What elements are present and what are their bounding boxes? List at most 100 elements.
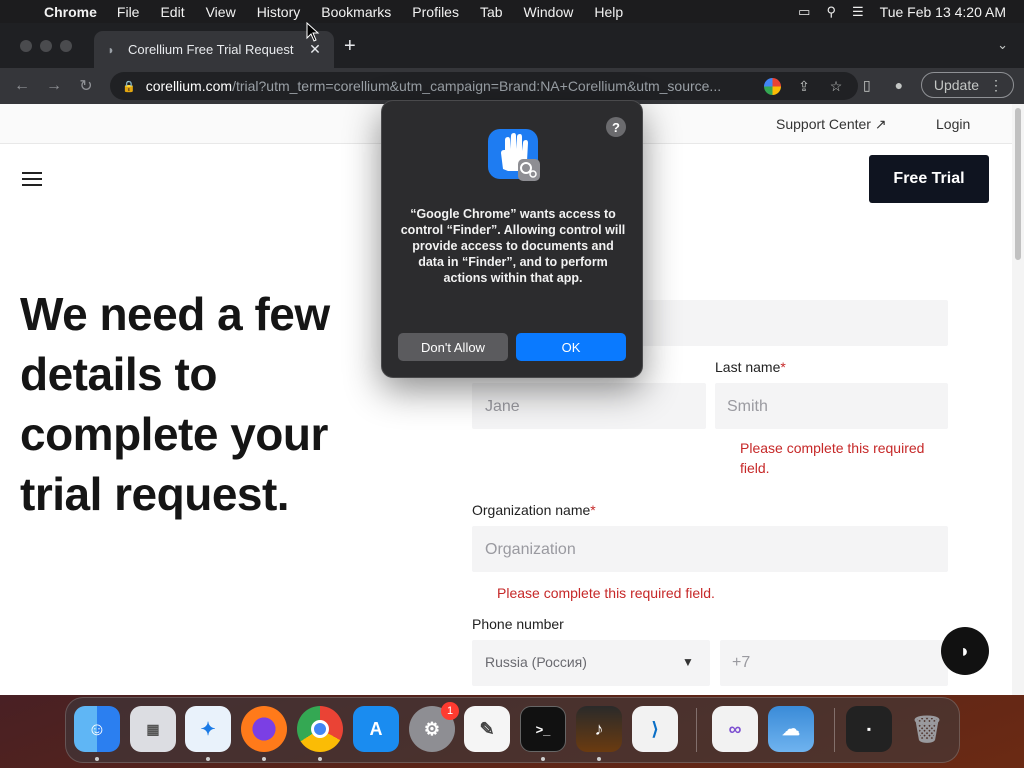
organization-label-text: Organization name bbox=[472, 502, 591, 518]
reload-icon[interactable]: ↻ bbox=[70, 76, 102, 96]
google-lens-icon[interactable] bbox=[764, 77, 781, 95]
url-path: /trial?utm_term=corellium&utm_campaign=B… bbox=[232, 78, 722, 94]
running-indicator bbox=[95, 757, 99, 761]
address-bar-actions: ⇪ ☆ bbox=[764, 72, 845, 100]
phone-prefix: +7 bbox=[732, 654, 751, 671]
last-name-label-text: Last name bbox=[715, 359, 781, 375]
launchpad-dock-icon[interactable]: ▦ bbox=[130, 706, 176, 752]
phone-number-field[interactable] bbox=[720, 640, 948, 686]
last-name-placeholder: Smith bbox=[727, 398, 768, 415]
tab-corellium[interactable]: ◗ Corellium Free Trial Request ✕ bbox=[94, 31, 334, 68]
dont-allow-button[interactable]: Don't Allow bbox=[398, 333, 508, 361]
menu-window[interactable]: Window bbox=[524, 4, 574, 20]
organization-error: Please complete this required field. bbox=[497, 585, 715, 601]
phone-number-label: Phone number bbox=[472, 616, 564, 632]
corellium-favicon-icon: ◗ bbox=[107, 42, 115, 57]
menu-help[interactable]: Help bbox=[594, 4, 623, 20]
update-button[interactable]: Update ⋮ bbox=[920, 72, 1014, 98]
tab-title: Corellium Free Trial Request bbox=[128, 42, 294, 57]
external-link-icon: ↗ bbox=[874, 116, 887, 132]
update-label: Update bbox=[933, 77, 979, 93]
profile-icon[interactable]: ● bbox=[889, 77, 909, 93]
system-settings-dock-icon[interactable]: ⚙ 1 bbox=[409, 702, 459, 752]
screenshot-dock-icon[interactable]: ▪ bbox=[846, 706, 892, 752]
organization-label: Organization name* bbox=[472, 502, 596, 518]
app-store-dock-icon[interactable]: A bbox=[353, 706, 399, 752]
menu-clock[interactable]: Tue Feb 13 4:20 AM bbox=[880, 4, 1006, 20]
last-name-label: Last name* bbox=[715, 359, 786, 375]
firefox-dock-icon[interactable] bbox=[241, 706, 287, 752]
menu-bar: Chrome File Edit View History Bookmarks … bbox=[0, 0, 1024, 23]
forward-icon[interactable]: → bbox=[38, 77, 70, 95]
ok-button[interactable]: OK bbox=[516, 333, 626, 361]
zoom-window-button[interactable] bbox=[60, 40, 72, 52]
visual-studio-dock-icon[interactable]: ∞ bbox=[712, 706, 758, 752]
running-indicator bbox=[318, 757, 322, 761]
running-indicator bbox=[597, 757, 601, 761]
share-icon[interactable]: ⇪ bbox=[795, 78, 813, 95]
mouse-cursor-icon bbox=[306, 22, 320, 42]
menu-bookmarks[interactable]: Bookmarks bbox=[321, 4, 391, 20]
notification-badge: 1 bbox=[441, 702, 459, 720]
organization-placeholder: Organization bbox=[485, 541, 576, 558]
running-indicator bbox=[262, 757, 266, 761]
help-button[interactable]: ? bbox=[606, 117, 626, 137]
dock-separator bbox=[834, 708, 835, 752]
minimize-window-button[interactable] bbox=[40, 40, 52, 52]
safari-dock-icon[interactable]: ✦ bbox=[185, 706, 231, 752]
support-center-label: Support Center bbox=[776, 116, 871, 132]
bookmark-star-icon[interactable]: ☆ bbox=[827, 78, 845, 95]
window-controls bbox=[20, 40, 72, 52]
chrome-dock-icon[interactable] bbox=[297, 706, 343, 752]
menu-profiles[interactable]: Profiles bbox=[412, 4, 459, 20]
browser-toolbar: ← → ↻ 🔒 corellium.com /trial?utm_term=co… bbox=[0, 68, 1024, 104]
menu-tab[interactable]: Tab bbox=[480, 4, 503, 20]
free-trial-button[interactable]: Free Trial bbox=[869, 155, 989, 203]
chat-widget-button[interactable]: ◗ bbox=[941, 627, 989, 675]
spotlight-search-icon[interactable]: ⚲ bbox=[826, 4, 836, 20]
menu-edit[interactable]: Edit bbox=[160, 4, 184, 20]
hamburger-menu-icon[interactable] bbox=[22, 172, 42, 186]
tab-strip: ◗ Corellium Free Trial Request ✕ + ⌄ bbox=[0, 23, 1024, 68]
control-center-icon[interactable]: ☰ bbox=[852, 4, 864, 20]
url-host: corellium.com bbox=[145, 78, 233, 94]
back-icon[interactable]: ← bbox=[6, 77, 38, 95]
required-asterisk: * bbox=[590, 502, 596, 518]
hand-stop-gear-icon bbox=[488, 129, 540, 181]
vscode-dock-icon[interactable]: ⟩ bbox=[632, 706, 678, 752]
menu-history[interactable]: History bbox=[257, 4, 301, 20]
dialog-message: “Google Chrome” wants access to control … bbox=[400, 207, 626, 285]
finder-dock-icon[interactable]: ☺ bbox=[74, 706, 120, 752]
support-center-link[interactable]: Support Center ↗ bbox=[776, 116, 887, 133]
first-name-placeholder: Jane bbox=[485, 398, 520, 415]
chevron-down-icon: ▼ bbox=[682, 655, 694, 669]
last-name-error: Please complete this required field. bbox=[740, 440, 925, 476]
automation-permission-dialog: ? “Google Chrome” wants access to contro… bbox=[381, 100, 643, 378]
running-indicator bbox=[206, 757, 210, 761]
screen-mirroring-icon[interactable]: ▭ bbox=[798, 4, 810, 20]
menu-file[interactable]: File bbox=[117, 4, 140, 20]
tab-search-chevron-icon[interactable]: ⌄ bbox=[997, 37, 1008, 53]
garageband-dock-icon[interactable]: ♪ bbox=[576, 706, 622, 752]
login-link[interactable]: Login bbox=[936, 116, 970, 132]
new-tab-icon[interactable]: + bbox=[344, 35, 356, 58]
close-tab-icon[interactable]: ✕ bbox=[306, 41, 324, 58]
trash-dock-icon[interactable]: 🗑 bbox=[904, 706, 950, 752]
terminal-dock-icon[interactable]: >_ bbox=[520, 706, 566, 752]
menu-view[interactable]: View bbox=[206, 4, 236, 20]
corellium-logo-icon: ◗ bbox=[959, 640, 971, 661]
address-bar[interactable]: 🔒 corellium.com /trial?utm_term=corelliu… bbox=[110, 72, 858, 100]
dock: ☺ ▦ ✦ A ⚙ 1 ✎ >_ ♪ ⟩ ∞ ☁ ▪ 🗑 bbox=[65, 697, 960, 763]
side-panel-icon[interactable]: ▯ bbox=[857, 77, 877, 94]
scrollbar-thumb[interactable] bbox=[1015, 108, 1021, 260]
textedit-dock-icon[interactable]: ✎ bbox=[464, 706, 510, 752]
close-window-button[interactable] bbox=[20, 40, 32, 52]
country-selected-value: Russia (Россия) bbox=[485, 654, 587, 670]
more-menu-icon[interactable]: ⋮ bbox=[989, 77, 1003, 94]
menu-app-name[interactable]: Chrome bbox=[44, 4, 97, 20]
page-scrollbar[interactable] bbox=[1012, 104, 1024, 695]
lock-icon[interactable]: 🔒 bbox=[122, 80, 136, 93]
page-headline: We need a few details to complete your t… bbox=[20, 288, 330, 520]
weather-dock-icon[interactable]: ☁ bbox=[768, 706, 814, 752]
toolbar-right: ▯ ● Update ⋮ bbox=[857, 72, 1014, 98]
